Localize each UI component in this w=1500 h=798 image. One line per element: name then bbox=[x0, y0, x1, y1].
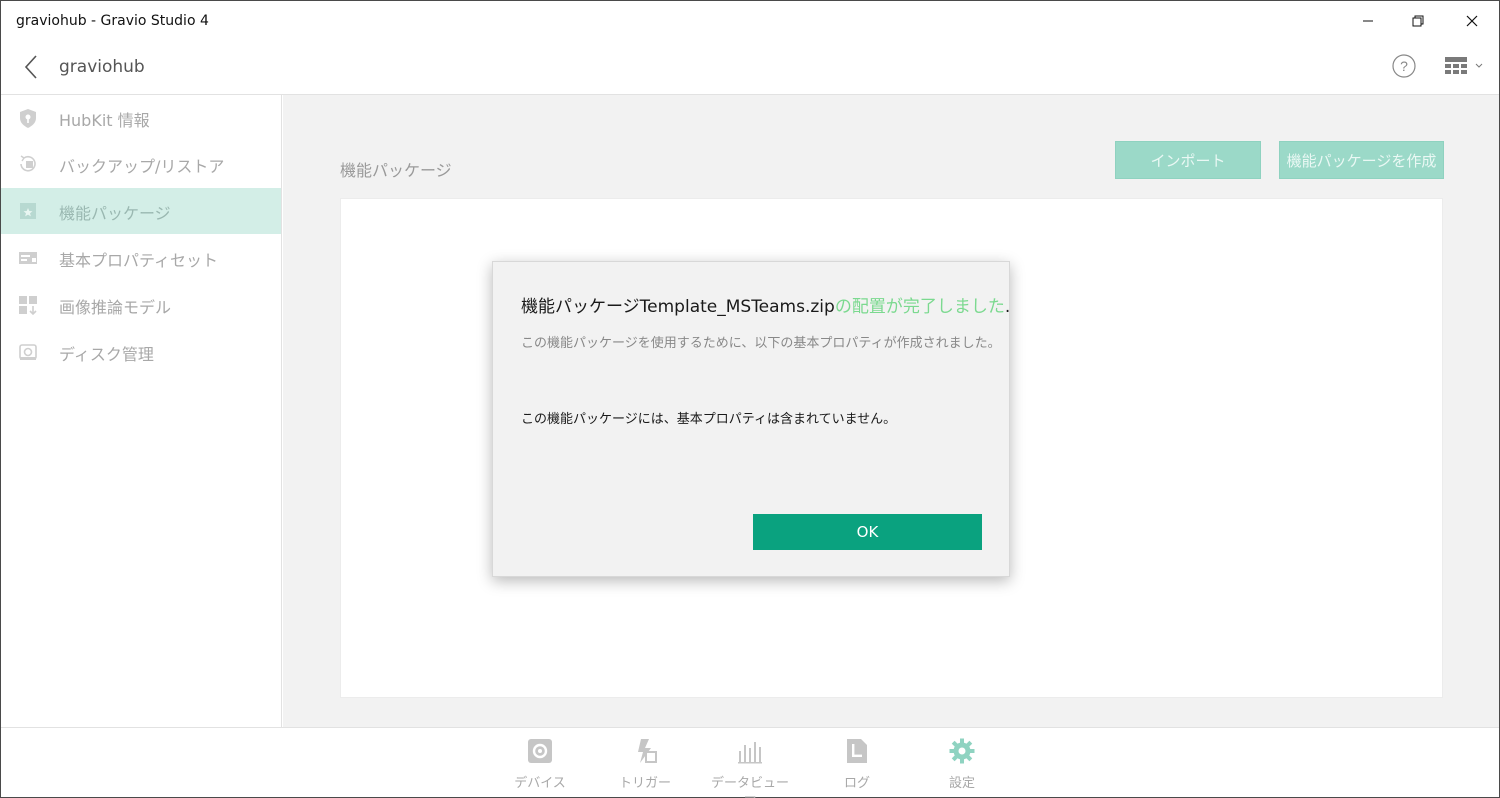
deploy-complete-dialog: 機能パッケージTemplate_MSTeams.zipの配置が完了しました. こ… bbox=[492, 261, 1010, 577]
layout-icon bbox=[1445, 57, 1483, 74]
minimize-button[interactable] bbox=[1344, 1, 1392, 41]
chevron-left-icon bbox=[24, 55, 37, 79]
gear-box-icon bbox=[528, 739, 552, 763]
dialog-title-period: . bbox=[1004, 297, 1011, 317]
sidebar-item-label: HubKit 情報 bbox=[59, 111, 150, 130]
sidebar-item-property-sets[interactable]: 基本プロパティセット bbox=[1, 235, 281, 281]
dialog-title: 機能パッケージTemplate_MSTeams.zipの配置が完了しました. bbox=[521, 292, 1010, 317]
bottom-nav: デバイス トリガー データビューア ログ bbox=[1, 727, 1499, 798]
sidebar-item-disk[interactable]: ディスク管理 bbox=[1, 329, 281, 375]
sidebar-item-hubkit-info[interactable]: HubKit 情報 bbox=[1, 95, 281, 141]
model-grid-icon bbox=[19, 296, 37, 316]
nav-label: データビューア bbox=[710, 776, 789, 798]
nav-log[interactable]: ログ bbox=[812, 736, 902, 796]
dialog-subtitle: この機能パッケージを使用するために、以下の基本プロパティが作成されました。 bbox=[521, 336, 1001, 351]
settings-gear-icon bbox=[949, 738, 975, 764]
ok-button[interactable]: OK bbox=[753, 514, 982, 550]
nav-label: 設定 bbox=[948, 776, 975, 791]
sidebar-item-backup-restore[interactable]: バックアップ/リストア bbox=[1, 141, 281, 187]
window-title: graviohub - Gravio Studio 4 bbox=[16, 13, 209, 29]
create-package-button[interactable]: 機能パッケージを作成 bbox=[1279, 141, 1444, 179]
svg-text:?: ? bbox=[1400, 58, 1408, 74]
bar-chart-icon bbox=[738, 742, 762, 764]
nav-label: トリガー bbox=[618, 776, 671, 791]
dialog-message: この機能パッケージには、基本プロパティは含まれていません。 bbox=[521, 412, 897, 427]
sidebar-item-image-models[interactable]: 画像推論モデル bbox=[1, 282, 281, 328]
sidebar-item-packages[interactable]: 機能パッケージ bbox=[1, 188, 281, 234]
import-button[interactable]: インポート bbox=[1115, 141, 1261, 179]
backup-restore-icon bbox=[20, 155, 36, 172]
restore-icon bbox=[1412, 15, 1424, 27]
nav-settings[interactable]: 設定 bbox=[917, 736, 1007, 796]
hub-name: graviohub bbox=[59, 57, 145, 77]
disk-icon bbox=[19, 344, 37, 360]
nav-label: ログ bbox=[843, 776, 870, 791]
app-header: graviohub ? bbox=[1, 43, 1499, 95]
sidebar-item-label: 画像推論モデル bbox=[59, 298, 172, 317]
help-button[interactable]: ? bbox=[1390, 52, 1418, 80]
app-window: graviohub - Gravio Studio 4 graviohub ? bbox=[0, 0, 1500, 798]
back-button[interactable] bbox=[15, 51, 47, 83]
shield-key-icon bbox=[20, 109, 36, 128]
dialog-title-filename: 機能パッケージTemplate_MSTeams.zip bbox=[521, 297, 835, 317]
package-star-icon bbox=[20, 203, 36, 219]
layout-switch-button[interactable] bbox=[1443, 53, 1487, 79]
sidebar-item-label: ディスク管理 bbox=[59, 345, 154, 364]
minimize-icon bbox=[1363, 20, 1373, 22]
property-set-icon bbox=[19, 252, 37, 264]
nav-triggers[interactable]: トリガー bbox=[600, 736, 690, 796]
close-icon bbox=[1466, 15, 1478, 27]
nav-label: デバイス bbox=[514, 776, 566, 791]
close-button[interactable] bbox=[1448, 1, 1496, 41]
trigger-icon bbox=[638, 739, 657, 763]
sidebar-item-label: 機能パッケージ bbox=[59, 204, 171, 223]
title-bar: graviohub - Gravio Studio 4 bbox=[1, 1, 1499, 43]
nav-devices[interactable]: デバイス bbox=[495, 736, 585, 796]
log-document-icon bbox=[847, 739, 867, 763]
section-title: 機能パッケージ bbox=[340, 161, 452, 180]
sidebar-item-label: 基本プロパティセット bbox=[59, 251, 219, 270]
sidebar-item-label: バックアップ/リストア bbox=[59, 157, 225, 176]
help-icon: ? bbox=[1392, 54, 1416, 78]
restore-button[interactable] bbox=[1394, 1, 1442, 41]
nav-data-viewer[interactable]: データビューア bbox=[705, 736, 795, 798]
sidebar: HubKit 情報 バックアップ/リストア 機能パッケージ 基本プロパティセット… bbox=[1, 95, 282, 727]
dialog-title-status: の配置が完了しました bbox=[834, 297, 1005, 317]
